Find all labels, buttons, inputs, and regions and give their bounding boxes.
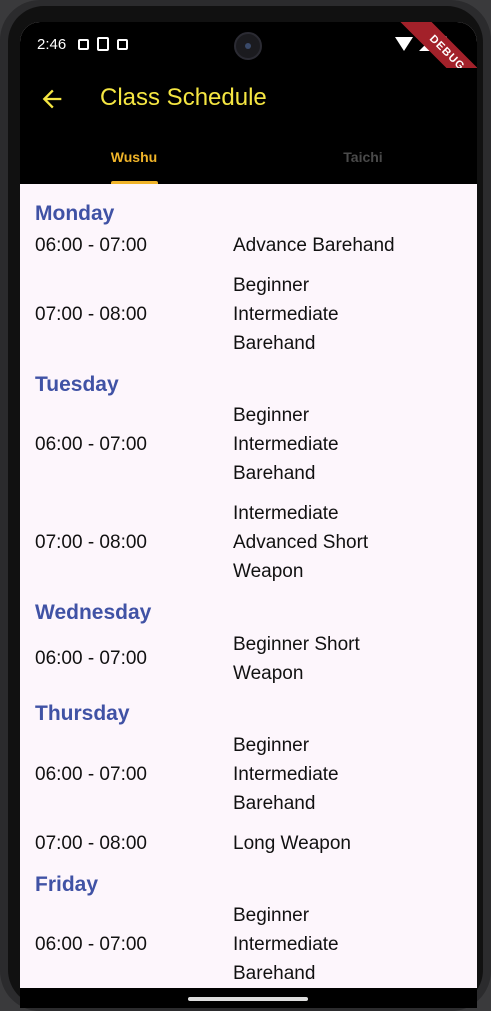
- slot-classes: Beginner Intermediate Barehand: [233, 731, 433, 818]
- class-line: Intermediate: [233, 434, 339, 455]
- slot-time: 07:00 - 08:00: [35, 532, 147, 553]
- slot-time: 06:00 - 07:00: [35, 235, 147, 256]
- screen-icon: [97, 37, 109, 51]
- app-screen: 2:46 DEBUG Class Schedule Wushu Taichi M…: [20, 22, 477, 988]
- app-bar: Class Schedule: [20, 68, 477, 130]
- day-heading-monday: Monday: [35, 202, 115, 225]
- class-line: Intermediate: [233, 934, 339, 955]
- slot-time: 07:00 - 08:00: [35, 304, 147, 325]
- slot-classes: Beginner Intermediate Barehand: [233, 901, 433, 988]
- notification-icon: [78, 39, 89, 50]
- slot-classes: Advance Barehand: [233, 235, 395, 256]
- day-heading-thursday: Thursday: [35, 702, 130, 725]
- system-nav-bar: [20, 988, 477, 1008]
- class-line: Intermediate: [233, 503, 339, 524]
- slot-time: 07:00 - 08:00: [35, 833, 147, 854]
- back-button[interactable]: [38, 85, 66, 113]
- day-heading-tuesday: Tuesday: [35, 373, 119, 396]
- tab-indicator: [111, 181, 158, 184]
- day-heading-wednesday: Wednesday: [35, 601, 152, 624]
- sd-card-icon: [117, 39, 128, 50]
- home-indicator[interactable]: [188, 997, 308, 1001]
- slot-classes: Beginner Short Weapon: [233, 630, 433, 688]
- class-line: Beginner: [233, 405, 310, 426]
- tab-taichi[interactable]: Taichi: [249, 130, 477, 184]
- class-line: Beginner: [233, 905, 310, 926]
- class-line: Barehand: [233, 963, 316, 984]
- slot-time: 06:00 - 07:00: [35, 934, 147, 955]
- page-title: Class Schedule: [100, 84, 267, 111]
- slot-time: 06:00 - 07:00: [35, 648, 147, 669]
- status-bar: 2:46 DEBUG: [20, 22, 477, 104]
- arrow-left-icon: [42, 89, 62, 109]
- tab-wushu[interactable]: Wushu: [20, 130, 248, 184]
- status-time: 2:46: [37, 36, 67, 53]
- class-line: Barehand: [233, 793, 316, 814]
- slot-classes: Long Weapon: [233, 833, 351, 854]
- slot-time: 06:00 - 07:00: [35, 764, 147, 785]
- status-notification-icons: [78, 37, 128, 51]
- class-line: Barehand: [233, 463, 316, 484]
- day-heading-friday: Friday: [35, 873, 99, 896]
- class-line: Advanced Short: [233, 532, 369, 553]
- slot-classes: Intermediate Advanced Short Weapon: [233, 499, 433, 586]
- class-line: Beginner: [233, 735, 310, 756]
- slot-classes: Beginner Intermediate Barehand: [233, 401, 433, 488]
- slot-classes: Beginner Intermediate Barehand: [233, 271, 433, 358]
- class-line: Beginner: [233, 275, 310, 296]
- tab-bar: Wushu Taichi: [20, 130, 477, 184]
- class-line: Beginner Short: [233, 634, 360, 655]
- class-line: Intermediate: [233, 764, 339, 785]
- class-line: Weapon: [233, 561, 304, 582]
- front-camera: [234, 32, 262, 60]
- class-line: Intermediate: [233, 304, 339, 325]
- class-line: Weapon: [233, 663, 304, 684]
- slot-time: 06:00 - 07:00: [35, 434, 147, 455]
- wifi-icon: [395, 36, 413, 51]
- class-line: Barehand: [233, 333, 316, 354]
